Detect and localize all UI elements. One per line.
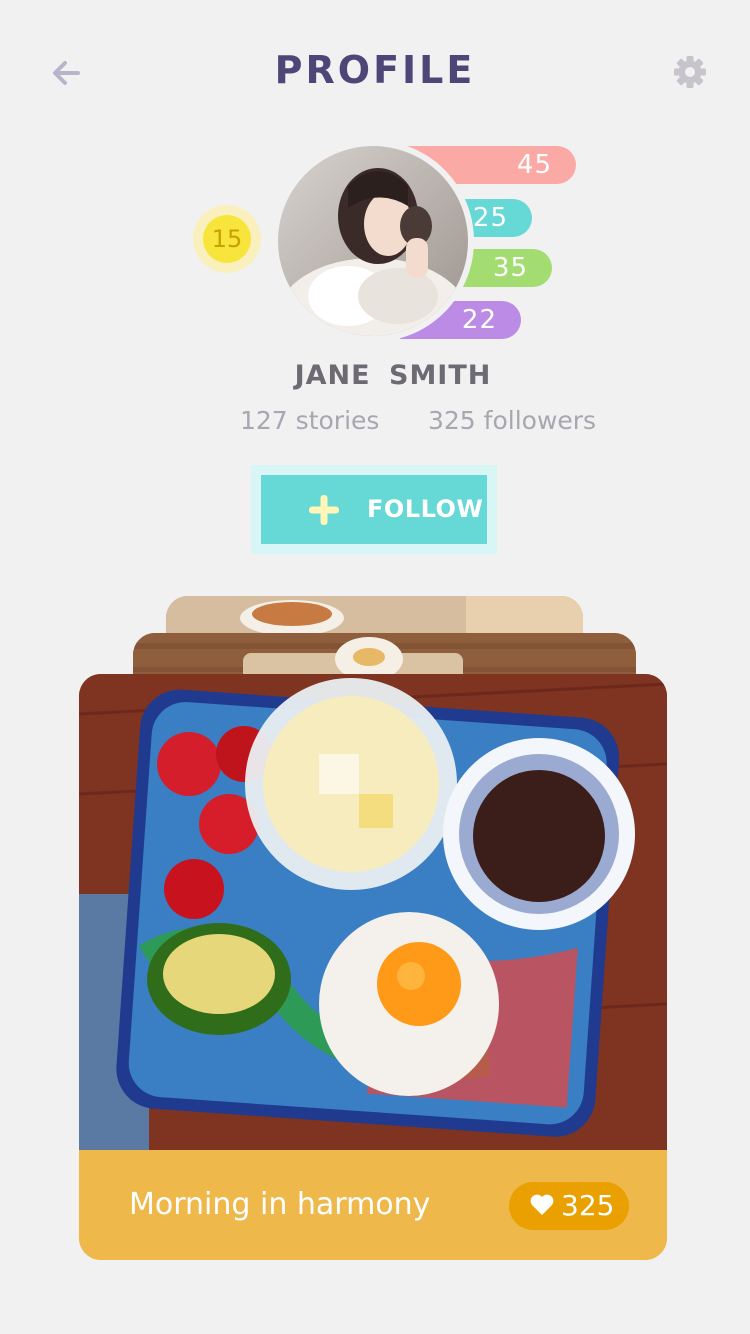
level-value: 15 <box>203 215 251 263</box>
like-button[interactable]: 325 <box>509 1182 629 1230</box>
story-card[interactable]: Morning in harmony 325 <box>79 674 667 1260</box>
story-photo <box>79 674 667 1150</box>
level-badge: 15 <box>193 205 261 273</box>
followers-count[interactable]: 325 followers <box>428 406 596 435</box>
user-name: JANE SMITH <box>294 360 492 391</box>
like-count: 325 <box>561 1189 615 1222</box>
story-title: Morning in harmony <box>129 1187 431 1222</box>
gear-icon <box>674 56 706 88</box>
page-title: PROFILE <box>274 48 476 92</box>
plus-icon <box>309 495 339 525</box>
follow-label: FOLLOW <box>367 495 484 523</box>
follow-button[interactable]: FOLLOW <box>261 475 487 544</box>
heart-icon <box>530 1194 554 1215</box>
stories-count[interactable]: 127 stories <box>240 406 379 435</box>
avatar[interactable] <box>278 146 468 336</box>
follow-button-frame: FOLLOW <box>251 465 497 554</box>
story-card-footer: Morning in harmony 325 <box>79 1150 667 1260</box>
settings-button[interactable] <box>670 52 710 92</box>
